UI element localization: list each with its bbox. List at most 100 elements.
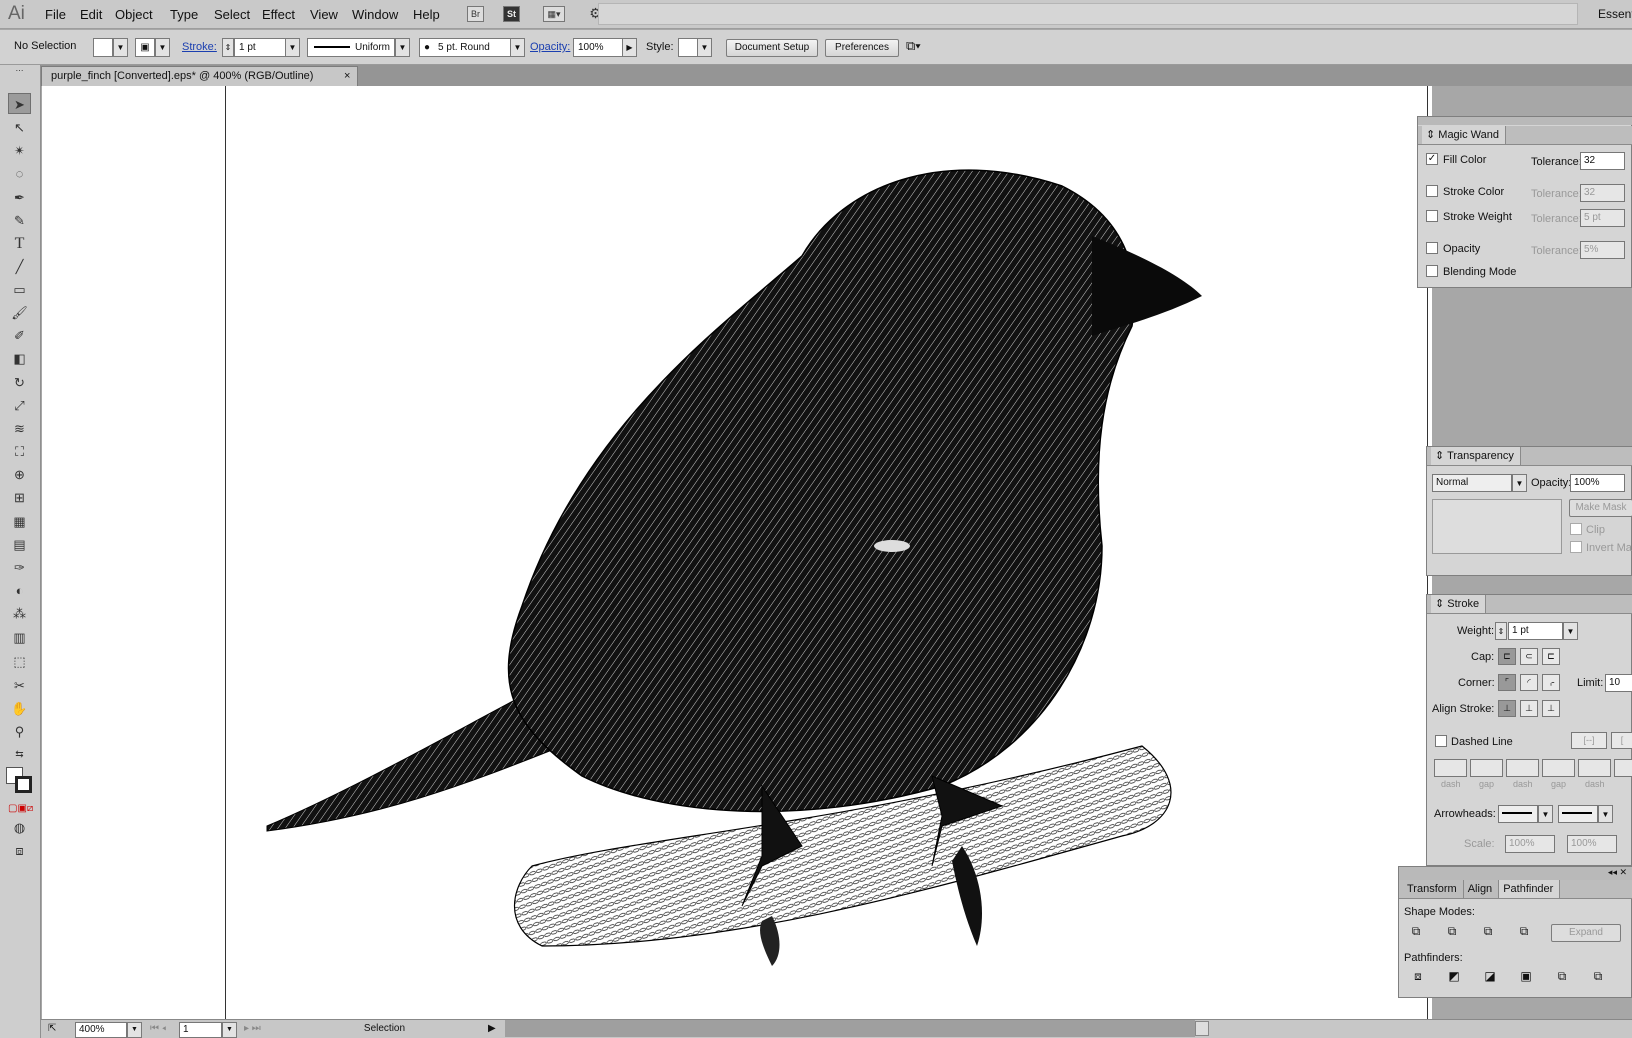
gap-3-input[interactable] — [1614, 759, 1632, 777]
blob-brush-tool-icon[interactable]: ✐ — [8, 325, 31, 346]
menu-object[interactable]: Object — [115, 7, 153, 22]
symbol-sprayer-tool-icon[interactable]: ⁂ — [8, 603, 31, 624]
stroke-weight-input[interactable]: 1 pt — [234, 38, 287, 57]
paintbrush-tool-icon[interactable]: 🖌 — [8, 302, 31, 323]
style-swatch[interactable] — [678, 38, 698, 57]
brush-definition[interactable]: ● 5 pt. Round — [419, 38, 511, 57]
export-icon[interactable]: ⇱ — [45, 1022, 71, 1038]
weight-input[interactable]: 1 pt — [1508, 622, 1563, 640]
weight-dropdown[interactable]: ▼ — [1563, 622, 1578, 640]
stroke-weight-checkbox[interactable] — [1426, 210, 1438, 222]
dashed-line-checkbox[interactable] — [1435, 735, 1447, 747]
stock-icon[interactable]: St — [503, 6, 520, 22]
artboard-tool-icon[interactable]: ⬚ — [8, 651, 31, 672]
stroke-stepper[interactable]: ⇕ — [222, 38, 234, 57]
variable-width-profile[interactable]: Uniform — [307, 38, 395, 57]
dash-1-input[interactable] — [1434, 759, 1467, 777]
arrange-documents-icon[interactable]: ▦▾ — [543, 6, 565, 22]
panel-collapse-bar[interactable] — [1418, 117, 1632, 125]
bird-artwork[interactable] — [242, 126, 1242, 1006]
dash-2-input[interactable] — [1506, 759, 1539, 777]
align-center-icon[interactable]: ⊥ — [1498, 700, 1516, 717]
zoom-input[interactable]: 400% — [75, 1022, 127, 1038]
intersect-icon[interactable]: ⧉ — [1479, 924, 1497, 941]
gradient-tool-icon[interactable]: ▤ — [8, 534, 31, 555]
document-setup-button[interactable]: Document Setup — [726, 39, 818, 57]
round-cap-icon[interactable]: ⊂ — [1520, 648, 1538, 665]
close-tab-icon[interactable]: × — [344, 67, 350, 85]
canvas[interactable] — [42, 86, 1432, 1026]
exclude-icon[interactable]: ⧉ — [1515, 924, 1533, 941]
divide-icon[interactable]: ⧈ — [1409, 969, 1427, 986]
start-arrowhead-dropdown[interactable]: ▼ — [1538, 805, 1553, 823]
limit-input[interactable]: 10 — [1605, 674, 1632, 692]
zoom-dropdown[interactable]: ▼ — [127, 1022, 142, 1038]
start-arrowhead-select[interactable] — [1498, 805, 1538, 823]
stroke-tolerance-input[interactable]: 32 — [1580, 184, 1625, 202]
menu-file[interactable]: File — [45, 7, 66, 22]
opacity-checkbox[interactable] — [1426, 242, 1438, 254]
stroke-swatch-dropdown[interactable]: ▼ — [155, 38, 170, 57]
color-mode-icon[interactable]: ▢▣⧄ — [8, 798, 33, 819]
gap-2-input[interactable] — [1542, 759, 1575, 777]
zoom-tool-icon[interactable]: ⚲ — [8, 721, 31, 742]
opacity-input[interactable]: 100% — [573, 38, 623, 57]
menu-type[interactable]: Type — [170, 7, 198, 22]
blending-mode-checkbox[interactable] — [1426, 265, 1438, 277]
menu-help[interactable]: Help — [413, 7, 440, 22]
tab-transform[interactable]: Transform — [1399, 880, 1464, 898]
swap-colors-icon[interactable]: ⇆ — [8, 744, 31, 765]
weight-tolerance-input[interactable]: 5 pt — [1580, 209, 1625, 227]
opacity-flyout[interactable]: ▶ — [622, 38, 637, 57]
menu-effect[interactable]: Effect — [262, 7, 295, 22]
start-scale-input[interactable]: 100% — [1505, 835, 1555, 853]
warp-tool-icon[interactable]: ≋ — [8, 418, 31, 439]
menu-edit[interactable]: Edit — [80, 7, 102, 22]
unite-icon[interactable]: ⧉ — [1407, 924, 1425, 941]
opacity-label[interactable]: Opacity: — [530, 41, 570, 53]
pathfinder-panel-grip[interactable]: ◂◂ ✕ — [1399, 867, 1632, 880]
type-tool-icon[interactable]: T — [8, 233, 31, 254]
scrollbar-thumb[interactable] — [1195, 1021, 1209, 1036]
bevel-join-icon[interactable]: ⌌ — [1542, 674, 1560, 691]
shape-builder-tool-icon[interactable]: ⊕ — [8, 464, 31, 485]
eraser-tool-icon[interactable]: ◧ — [8, 348, 31, 369]
rotate-tool-icon[interactable]: ↻ — [8, 372, 31, 393]
search-bar[interactable] — [598, 3, 1578, 25]
magic-wand-tab[interactable]: ⇕ Magic Wand — [1422, 126, 1507, 144]
align-outside-icon[interactable]: ⊥ — [1542, 700, 1560, 717]
outline-icon[interactable]: ⧉ — [1553, 969, 1571, 986]
artboard-dropdown[interactable]: ▼ — [222, 1022, 237, 1038]
fill-tolerance-input[interactable]: 32 — [1580, 152, 1625, 170]
line-tool-icon[interactable]: ╱ — [8, 256, 31, 277]
menu-window[interactable]: Window — [352, 7, 398, 22]
miter-join-icon[interactable]: ⌜ — [1498, 674, 1516, 691]
opacity-tolerance-input[interactable]: 5% — [1580, 241, 1625, 259]
workspace-switcher[interactable]: Essent — [1598, 7, 1632, 21]
profile-dropdown[interactable]: ▼ — [395, 38, 410, 57]
make-mask-button[interactable]: Make Mask — [1569, 499, 1632, 517]
invert-mask-checkbox[interactable] — [1570, 541, 1582, 553]
mask-thumbnail[interactable] — [1432, 499, 1562, 554]
stroke-weight-dropdown[interactable]: ▼ — [285, 38, 300, 57]
column-graph-tool-icon[interactable]: ▥ — [8, 627, 31, 648]
stroke-label[interactable]: Stroke: — [182, 41, 217, 53]
status-flyout-icon[interactable]: ▶ — [485, 1022, 501, 1038]
brush-dropdown[interactable]: ▼ — [510, 38, 525, 57]
stroke-tab[interactable]: ⇕ Stroke — [1431, 595, 1487, 613]
pen-tool-icon[interactable]: ✒ — [8, 187, 31, 208]
magic-wand-tool-icon[interactable]: ✴ — [8, 140, 31, 161]
toolbox-grip-icon[interactable]: ⋯ — [8, 67, 31, 75]
stroke-swatch[interactable]: ▣ — [135, 38, 155, 57]
dash-3-input[interactable] — [1578, 759, 1611, 777]
last-artboard-icon[interactable]: ▸ ⏭ — [241, 1022, 271, 1038]
transparency-opacity-input[interactable]: 100% — [1570, 474, 1625, 492]
arrange-icon[interactable]: ⧉▾ — [906, 38, 921, 54]
expand-button[interactable]: Expand — [1551, 924, 1621, 942]
document-tab[interactable]: purple_finch [Converted].eps* @ 400% (RG… — [41, 66, 358, 86]
clip-checkbox[interactable] — [1570, 523, 1582, 535]
minus-front-icon[interactable]: ⧉ — [1443, 924, 1461, 941]
align-dashes-icon[interactable]: [ — [1611, 732, 1632, 749]
eyedropper-tool-icon[interactable]: ✑ — [8, 557, 31, 578]
slice-tool-icon[interactable]: ✂ — [8, 675, 31, 696]
